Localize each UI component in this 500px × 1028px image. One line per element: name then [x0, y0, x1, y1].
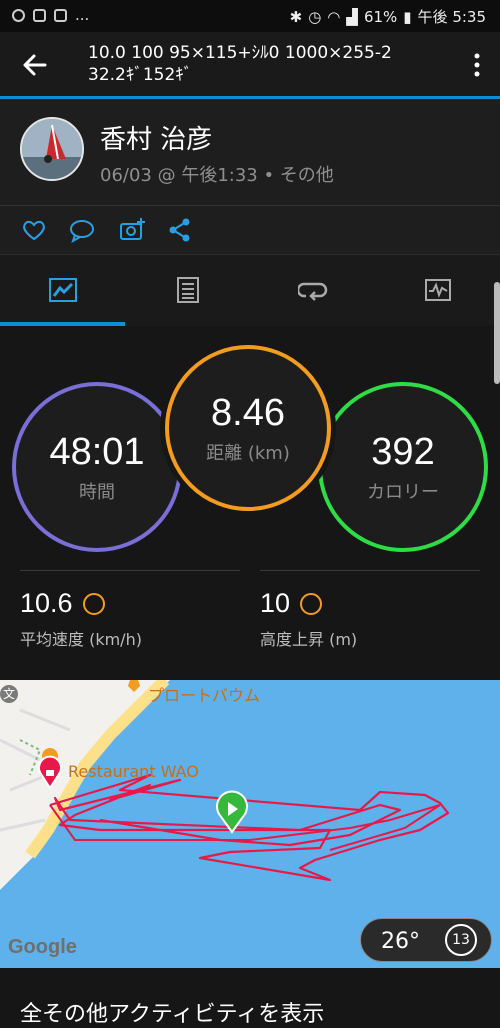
avg-speed-value: 10.6 — [20, 588, 73, 618]
clock: 午後 5:35 — [417, 8, 486, 26]
time-value: 48:01 — [49, 430, 145, 473]
avg-speed-label: 平均速度 (km/h) — [20, 630, 142, 649]
route-map[interactable]: 文 プロートバウム Restaurant WAO Google 26° 13 — [0, 680, 500, 968]
pulse-icon — [300, 592, 323, 615]
overflow-menu-icon[interactable] — [472, 52, 482, 78]
activity-title-line1: 10.0 100 95×115+ｼﾙ0 1000×255-2 — [88, 43, 392, 63]
calories-ring: 392 カロリー — [318, 382, 488, 552]
laps-loop-icon — [297, 282, 327, 301]
avg-speed-metric: 10.6 — [20, 588, 105, 619]
tab-overview[interactable] — [0, 255, 125, 325]
clock-icon: 13 — [445, 924, 477, 956]
tab-laps[interactable] — [250, 255, 375, 325]
share-icon[interactable] — [166, 216, 194, 244]
alarm-icon: ◷ — [308, 7, 322, 26]
activity-meta: 06/03 @ 午後1:33 • その他 — [100, 165, 334, 186]
google-logo: Google — [8, 936, 77, 958]
tab-charts[interactable] — [375, 255, 500, 325]
map-poi-label[interactable]: プロートバウム — [148, 682, 260, 706]
map-poi-label[interactable]: Restaurant WAO — [68, 762, 199, 781]
show-all-activities-link[interactable]: 全その他アクティビティを表示 — [20, 996, 324, 1028]
overview-chart-icon — [48, 278, 77, 302]
mail-icon — [54, 8, 67, 22]
calories-value: 392 — [371, 430, 435, 473]
instagram-icon — [33, 8, 46, 22]
stats-panel: 48:01 時間 392 カロリー 8.46 距離 (km) 10.6 平均速度… — [0, 326, 500, 678]
place-badge: 文 — [3, 687, 16, 701]
app-bar: 10.0 100 95×115+ｼﾙ0 1000×255-2 32.2ｷﾞ152… — [0, 32, 500, 96]
calories-label: カロリー — [367, 481, 439, 503]
bottom-section: 全その他アクティビティを表示 — [0, 968, 500, 1027]
distance-ring-outer: 8.46 距離 (km) — [160, 340, 336, 516]
activity-title: 10.0 100 95×115+ｼﾙ0 1000×255-2 32.2ｷﾞ152… — [88, 42, 448, 86]
more-notifications: ... — [75, 6, 90, 24]
activity-title-line2: 32.2ｷﾞ152ｷﾞ — [88, 65, 193, 85]
like-heart-icon[interactable] — [20, 216, 48, 244]
distance-label: 距離 (km) — [206, 442, 290, 464]
action-bar — [0, 206, 500, 254]
pulse-icon — [82, 592, 105, 615]
divider — [260, 570, 480, 571]
distance-ring: 8.46 距離 (km) — [165, 345, 331, 511]
back-arrow-icon[interactable] — [20, 50, 50, 80]
scrollbar[interactable] — [494, 282, 500, 384]
activity-graph-icon — [424, 279, 451, 301]
activity-tabs — [0, 254, 500, 327]
time-label: 時間 — [79, 481, 115, 503]
add-photo-icon[interactable] — [118, 216, 146, 244]
battery-percent: 61% — [363, 7, 398, 26]
elevation-metric: 10 — [260, 588, 323, 619]
weather-badge[interactable]: 26° 13 — [360, 918, 492, 962]
comment-icon[interactable] — [68, 216, 96, 244]
bluetooth-icon: ✱ — [289, 7, 303, 26]
weather-temperature: 26° — [381, 929, 420, 954]
document-list-icon — [176, 277, 199, 303]
tab-details[interactable] — [125, 255, 250, 325]
wifi-icon: ◠ — [327, 7, 341, 26]
time-ring: 48:01 時間 — [12, 382, 182, 552]
status-bar: ... ✱ ◷ ◠ ▟ 61% ▮ 午後 5:35 — [0, 0, 500, 32]
distance-value: 8.46 — [211, 391, 285, 434]
avatar[interactable] — [20, 117, 84, 181]
battery-icon: ▮ — [403, 7, 412, 26]
user-name[interactable]: 香村 治彦 — [100, 119, 212, 156]
divider — [20, 570, 240, 571]
app-icon — [12, 8, 25, 22]
elevation-label: 高度上昇 (m) — [260, 630, 358, 649]
elevation-value: 10 — [260, 588, 291, 618]
signal-icon: ▟ — [346, 7, 358, 26]
activity-header: 香村 治彦 06/03 @ 午後1:33 • その他 — [0, 99, 500, 205]
